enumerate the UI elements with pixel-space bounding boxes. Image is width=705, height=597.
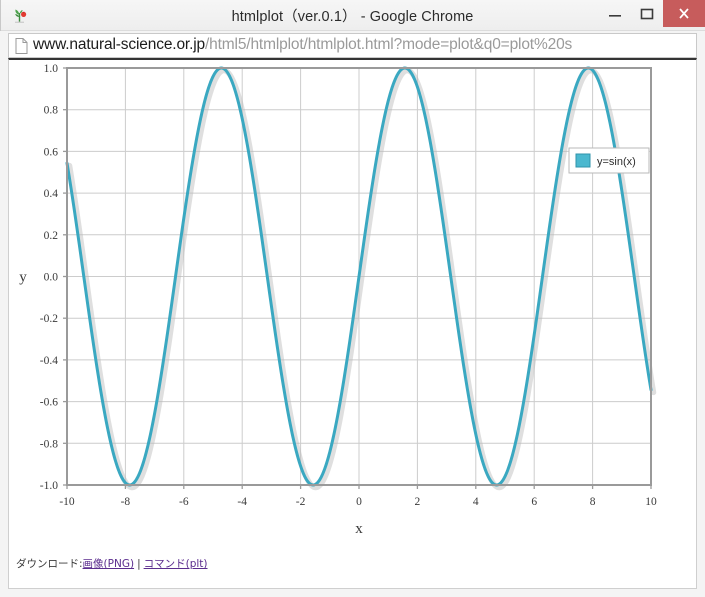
x-tick-label: -6 xyxy=(179,496,189,508)
url-host: www.natural-science.or.jp xyxy=(33,36,205,53)
x-tick-label: -8 xyxy=(121,496,131,508)
legend-label: y=sin(x) xyxy=(597,156,636,168)
x-tick-label: 8 xyxy=(590,496,596,508)
download-command-link[interactable]: コマンド(plt) xyxy=(144,558,208,570)
legend[interactable]: y=sin(x) xyxy=(568,147,650,174)
download-label: ダウンロード: xyxy=(16,558,83,570)
x-tick-label: 0 xyxy=(356,496,362,508)
address-bar[interactable]: www.natural-science.or.jp/html5/htmlplot… xyxy=(8,33,697,58)
x-tick-label: 2 xyxy=(415,496,421,508)
y-tick-label: -0.4 xyxy=(40,355,58,367)
x-axis-label: x xyxy=(355,521,363,537)
y-tick-label: 0.4 xyxy=(44,188,59,200)
y-axis-label: y xyxy=(19,270,27,286)
browser-window: htmlplot（ver.0.1） - Google Chrome www.na… xyxy=(0,0,705,597)
x-tick-label: 4 xyxy=(473,496,479,508)
x-tick-label: 6 xyxy=(531,496,537,508)
y-tick-label: 0.6 xyxy=(44,146,59,158)
y-tick-label: -0.8 xyxy=(40,438,58,450)
url-path: /html5/htmlplot/htmlplot.html?mode=plot&… xyxy=(205,36,573,53)
plot-canvas[interactable]: -10 -8 -6 -4 -2 0 2 4 6 8 10 -1.0 -0.8 -0.6 -0.4 -0.2 0… xyxy=(9,60,696,540)
x-tick-label: -2 xyxy=(296,496,306,508)
y-tick-label: -0.6 xyxy=(40,397,58,409)
y-tick-label: -0.2 xyxy=(40,313,58,325)
x-tick-label: -4 xyxy=(237,496,247,508)
close-button[interactable] xyxy=(663,0,705,27)
y-tick-label: -1.0 xyxy=(40,480,58,492)
download-row: ダウンロード:画像(PNG) | コマンド(plt) xyxy=(16,557,208,571)
download-image-link[interactable]: 画像(PNG) xyxy=(83,558,135,570)
maximize-button[interactable] xyxy=(631,0,663,27)
x-tick-label: 10 xyxy=(645,496,657,508)
sine-plot: -10 -8 -6 -4 -2 0 2 4 6 8 10 -1.0 -0.8 -0.6 -0.4 -0.2 0… xyxy=(9,60,696,540)
y-tick-label: 0.8 xyxy=(44,105,59,117)
legend-swatch xyxy=(575,153,591,168)
download-separator: | xyxy=(137,558,141,570)
page-viewport: -10 -8 -6 -4 -2 0 2 4 6 8 10 -1.0 -0.8 -0.6 -0.4 -0.2 0… xyxy=(8,58,697,589)
title-bar: htmlplot（ver.0.1） - Google Chrome xyxy=(0,0,705,31)
x-tick-label: -10 xyxy=(59,496,75,508)
document-icon xyxy=(15,38,28,54)
y-tick-label: 0.0 xyxy=(44,272,59,284)
y-tick-label: 1.0 xyxy=(44,63,59,75)
minimize-button[interactable] xyxy=(599,0,631,27)
url-text: www.natural-science.or.jp/html5/htmlplot… xyxy=(33,36,572,54)
y-tick-label: 0.2 xyxy=(44,230,59,242)
